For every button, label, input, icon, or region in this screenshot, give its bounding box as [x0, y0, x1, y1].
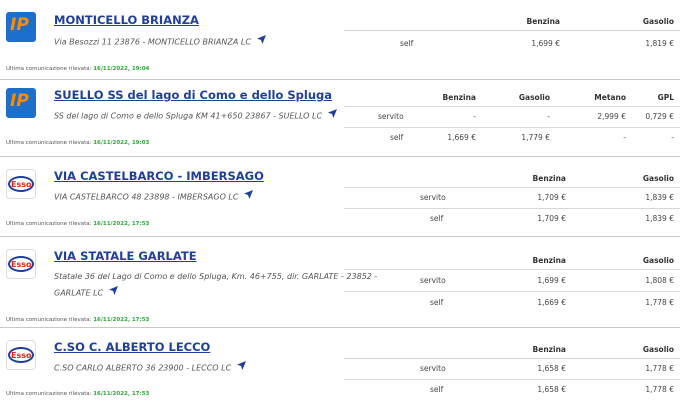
- navigate-arrow-icon[interactable]: [256, 34, 266, 50]
- station-name-link[interactable]: VIA CASTELBARCO - IMBERSAGO: [54, 169, 264, 183]
- station-address: Via Besozzi 11 23876 - MONTICELLO BRIANZ…: [54, 34, 266, 51]
- station-address: VIA CASTELBARCO 48 23898 - IMBERSAGO LC: [54, 189, 254, 206]
- station-address: Statale 36 del Lago di Como e dello Splu…: [54, 269, 377, 302]
- esso-logo-icon: Esso: [6, 249, 36, 279]
- price-row: servito 1,658 € 1,778 €: [344, 357, 680, 379]
- station-address: C.SO CARLO ALBERTO 36 23900 - LECCO LC: [54, 360, 247, 377]
- price-row: self 1,709 € 1,839 €: [344, 207, 680, 229]
- ip-logo-icon: IP: [6, 12, 36, 42]
- last-update: Ultima comunicazione rilevata: 16/11/202…: [6, 221, 150, 227]
- navigate-arrow-icon[interactable]: [237, 360, 247, 376]
- last-update: Ultima comunicazione rilevata: 16/11/202…: [6, 391, 150, 397]
- last-update: Ultima comunicazione rilevata: 16/11/202…: [6, 66, 150, 72]
- ip-logo-icon: IP: [6, 88, 36, 118]
- station-list: IP MONTICELLO BRIANZA Via Besozzi 11 238…: [0, 0, 680, 411]
- price-table: Benzina Gasolio servito 1,709 € 1,839 € …: [344, 171, 680, 229]
- price-table: Benzina Gasolio Metano GPL servito - - 2…: [344, 90, 680, 148]
- price-row: servito - - 2,999 € 0,729 €: [344, 105, 680, 127]
- price-table: Benzina Gasolio servito 1,699 € 1,808 € …: [344, 253, 680, 313]
- station-card: IP MONTICELLO BRIANZA Via Besozzi 11 238…: [0, 0, 680, 80]
- fuel-header-benzina: Benzina: [526, 17, 560, 27]
- navigate-arrow-icon[interactable]: [109, 285, 119, 301]
- station-name-link[interactable]: VIA STATALE GARLATE: [54, 249, 197, 263]
- station-card: Esso C.SO C. ALBERTO LECCO C.SO CARLO AL…: [0, 328, 680, 411]
- navigate-arrow-icon[interactable]: [328, 108, 338, 124]
- price-row: servito 1,709 € 1,839 €: [344, 186, 680, 208]
- price-table: Benzina Gasolio self 1,699 € 1,819 €: [344, 14, 680, 57]
- navigate-arrow-icon[interactable]: [244, 189, 254, 205]
- price-row: self 1,658 € 1,778 €: [344, 378, 680, 400]
- esso-logo-icon: Esso: [6, 340, 36, 370]
- price-table: Benzina Gasolio servito 1,658 € 1,778 € …: [344, 342, 680, 400]
- esso-logo-icon: Esso: [6, 169, 36, 199]
- station-name-link[interactable]: SUELLO SS del lago di Como e dello Splug…: [54, 88, 332, 102]
- station-name-link[interactable]: MONTICELLO BRIANZA: [54, 13, 199, 27]
- station-card: Esso VIA STATALE GARLATE Statale 36 del …: [0, 237, 680, 328]
- station-card: IP SUELLO SS del lago di Como e dello Sp…: [0, 80, 680, 157]
- station-card: Esso VIA CASTELBARCO - IMBERSAGO VIA CAS…: [0, 157, 680, 237]
- last-update: Ultima comunicazione rilevata: 16/11/202…: [6, 317, 150, 323]
- station-address: SS del lago di Como e dello Spluga KM 41…: [54, 108, 338, 125]
- station-name-link[interactable]: C.SO C. ALBERTO LECCO: [54, 340, 210, 354]
- price-row: self 1,669 € 1,779 € - -: [344, 126, 680, 148]
- last-update: Ultima comunicazione rilevata: 16/11/202…: [6, 140, 150, 146]
- price-row: self 1,669 € 1,778 €: [344, 290, 680, 313]
- fuel-header-gasolio: Gasolio: [642, 17, 674, 27]
- price-row: servito 1,699 € 1,808 €: [344, 268, 680, 291]
- price-row: self 1,699 € 1,819 €: [344, 29, 680, 57]
